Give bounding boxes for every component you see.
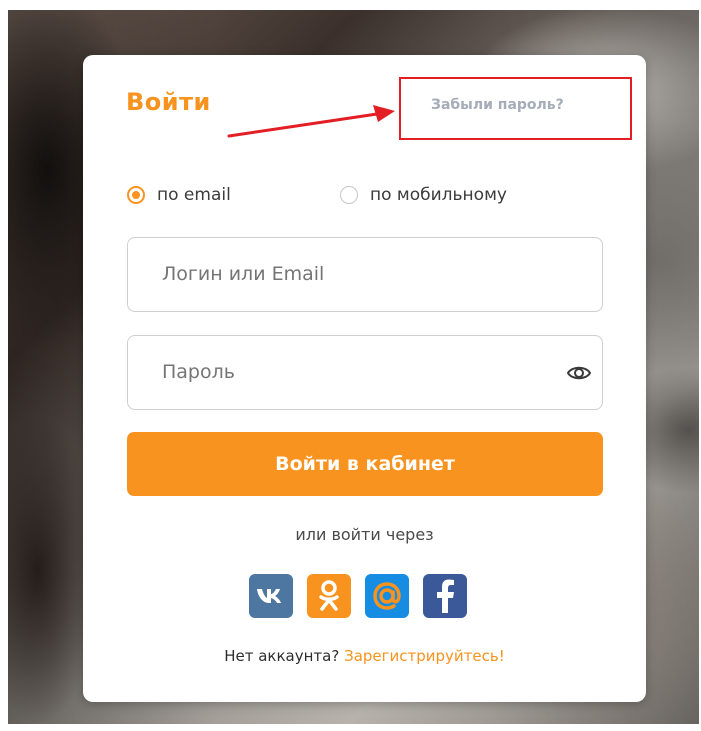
login-email-placeholder: Логин или Email bbox=[162, 263, 325, 285]
login-title: Войти bbox=[126, 88, 211, 116]
register-link[interactable]: Зарегистрируйтесь! bbox=[344, 647, 505, 665]
radio-by-email[interactable]: по email bbox=[127, 185, 231, 205]
show-password-eye-icon[interactable] bbox=[566, 360, 592, 386]
odnoklassniki-icon[interactable] bbox=[307, 574, 351, 618]
vk-icon[interactable] bbox=[249, 574, 293, 618]
login-card: Войти Забыли пароль? по email по мобильн… bbox=[83, 55, 646, 702]
annotation-arrow bbox=[227, 105, 395, 138]
login-email-input[interactable]: Логин или Email bbox=[127, 237, 603, 312]
radio-by-email-label: по email bbox=[157, 185, 231, 205]
register-prompt: Нет аккаунта? Зарегистрируйтесь! bbox=[83, 647, 646, 665]
no-account-text: Нет аккаунта? bbox=[224, 647, 340, 665]
forgot-password-link[interactable]: Забыли пароль? bbox=[431, 97, 564, 113]
radio-selected-icon bbox=[127, 186, 145, 204]
radio-unselected-icon bbox=[340, 186, 358, 204]
social-login-buttons bbox=[249, 574, 467, 618]
radio-by-mobile[interactable]: по мобильному bbox=[340, 185, 507, 205]
login-submit-button[interactable]: Войти в кабинет bbox=[127, 432, 603, 496]
radio-by-mobile-label: по мобильному bbox=[370, 185, 507, 205]
password-input[interactable]: Пароль bbox=[127, 335, 603, 410]
login-method-group: по email по мобильному bbox=[127, 185, 606, 209]
facebook-icon[interactable] bbox=[423, 574, 467, 618]
password-placeholder: Пароль bbox=[162, 361, 235, 383]
mail-ru-icon[interactable] bbox=[365, 574, 409, 618]
social-login-caption: или войти через bbox=[295, 525, 434, 544]
